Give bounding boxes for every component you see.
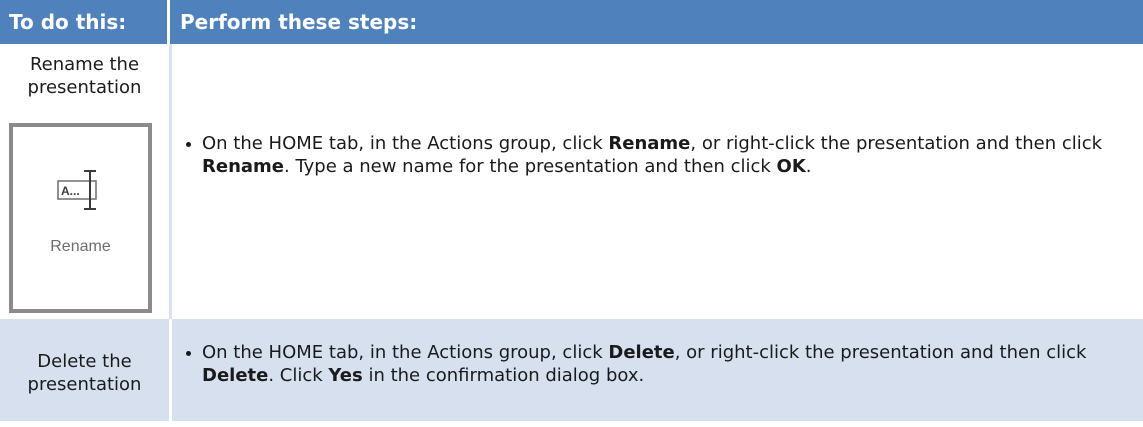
steps-cell: On the HOME tab, in the Actions group, c… — [172, 44, 1143, 319]
step-item: On the HOME tab, in the Actions group, c… — [186, 132, 1142, 178]
rename-caption: Rename — [50, 238, 111, 255]
table-row: Delete the presentation On the HOME tab,… — [0, 319, 1143, 421]
rename-icon: A... — [57, 170, 97, 210]
table-row: Rename the presentation A... Rename On t… — [0, 44, 1143, 319]
table-header: To do this: Perform these steps: — [0, 0, 1143, 44]
header-col-action: To do this: — [0, 0, 170, 44]
action-label: Rename the presentation — [27, 54, 142, 98]
steps-table: To do this: Perform these steps: Rename … — [0, 0, 1143, 421]
svg-text:A...: A... — [61, 184, 80, 198]
steps-cell: On the HOME tab, in the Actions group, c… — [172, 319, 1143, 421]
step-item: On the HOME tab, in the Actions group, c… — [186, 341, 1142, 387]
action-cell: Delete the presentation — [0, 319, 172, 421]
action-label: Delete the presentation — [27, 351, 142, 395]
rename-button-image: A... Rename — [9, 123, 152, 313]
action-cell: Rename the presentation A... Rename — [0, 44, 172, 319]
header-col-steps: Perform these steps: — [180, 10, 418, 34]
